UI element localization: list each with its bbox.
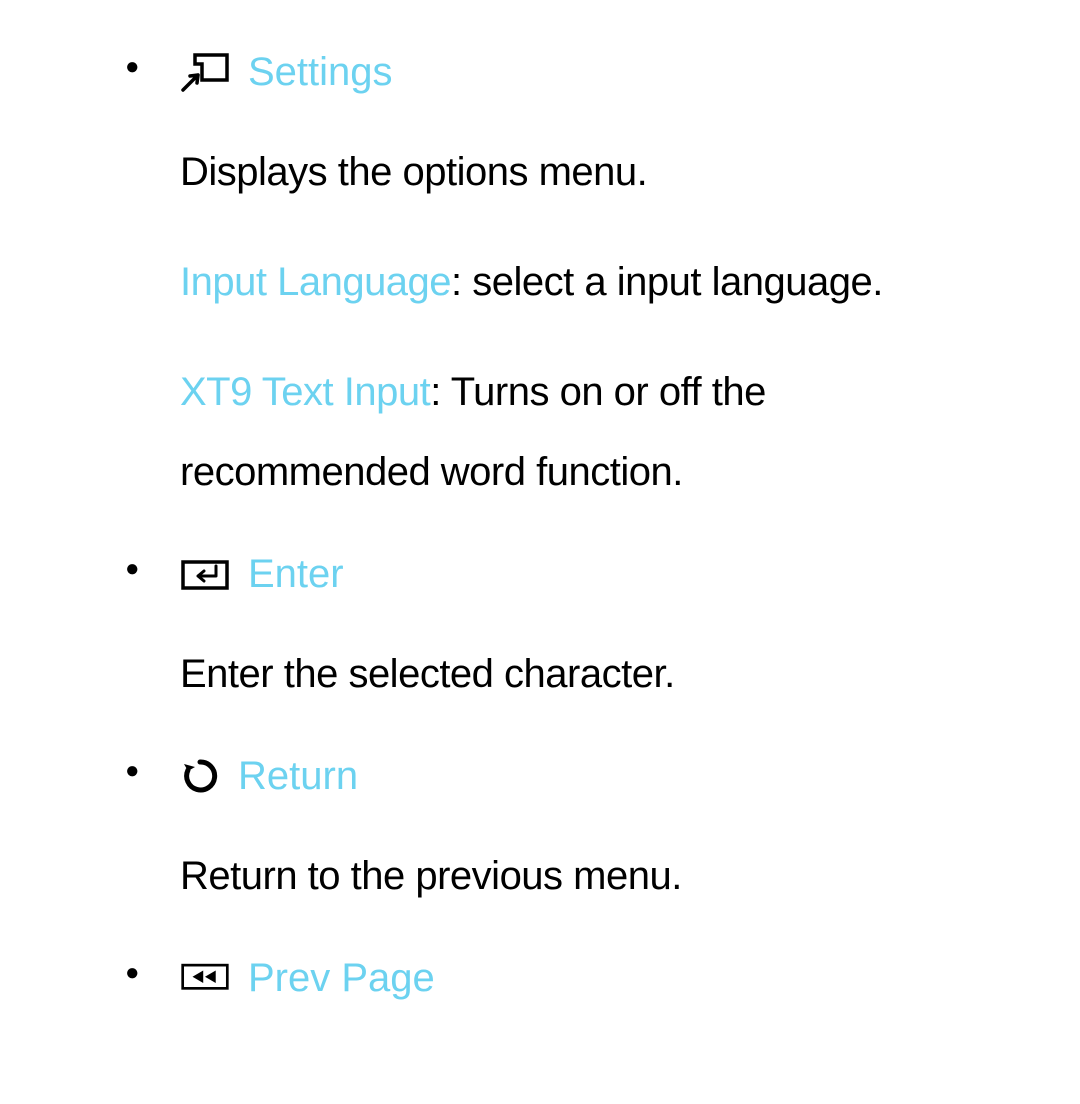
highlight-term: XT9 Text Input: [180, 370, 430, 414]
item-label: Settings: [248, 40, 393, 104]
return-undo-icon: [180, 756, 220, 796]
sub-text: : select a input language.: [451, 260, 883, 304]
settings-popout-icon: [180, 52, 230, 92]
item-subdescription: XT9 Text Input: Turns on or off the reco…: [180, 352, 1010, 512]
highlight-term: Input Language: [180, 260, 451, 304]
item-description: Return to the previous menu.: [180, 836, 1010, 916]
item-label: Return: [238, 744, 358, 808]
instruction-list: Settings Displays the options menu. Inpu…: [70, 40, 1010, 1010]
enter-key-icon: [180, 554, 230, 594]
item-description: Enter the selected character.: [180, 634, 1010, 714]
prev-page-rewind-icon: [180, 958, 230, 998]
list-item: Settings Displays the options menu. Inpu…: [70, 40, 1010, 512]
list-item: Enter Enter the selected character.: [70, 542, 1010, 714]
item-subdescription: Input Language: select a input language.: [180, 242, 1010, 322]
item-label: Prev Page: [248, 946, 435, 1010]
list-item: Return Return to the previous menu.: [70, 744, 1010, 916]
item-label: Enter: [248, 542, 344, 606]
item-description: Displays the options menu.: [180, 132, 1010, 212]
list-item: Prev Page: [70, 946, 1010, 1010]
